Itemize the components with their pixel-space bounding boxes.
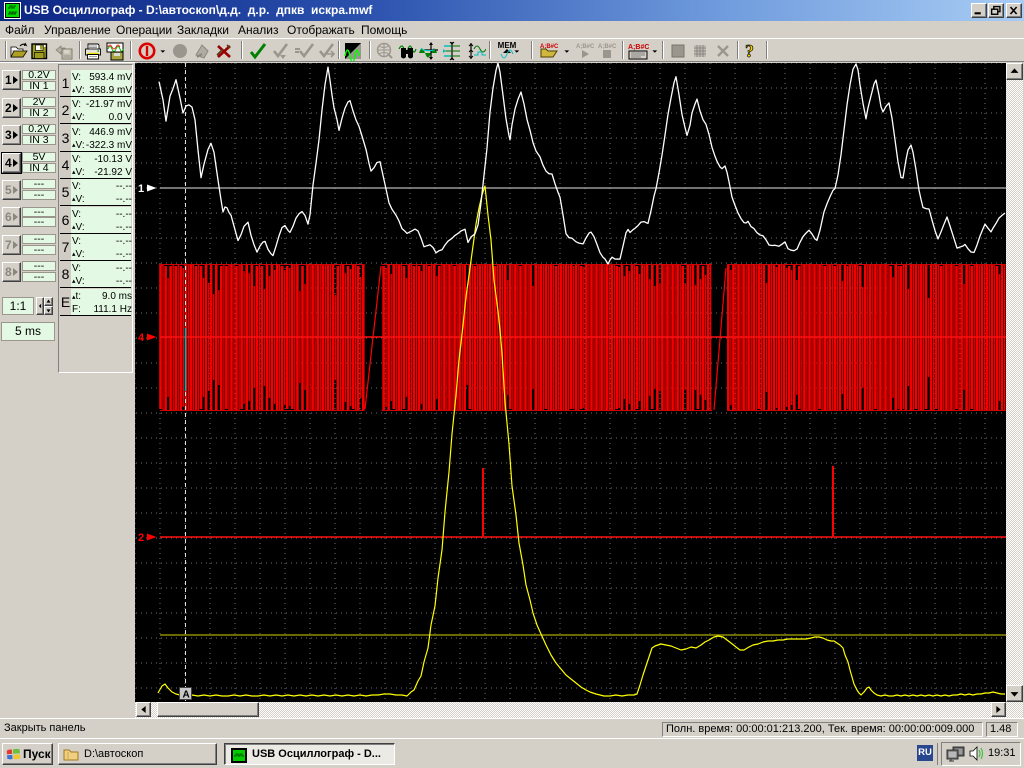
svg-text:A: A [183,690,190,701]
svg-text:A;B#C: A;B#C [628,44,649,51]
svg-text:2: 2 [138,532,144,544]
svg-text:4: 4 [138,332,145,344]
svg-text:A;B#C: A;B#C [598,44,617,50]
svg-text:?: ? [745,41,754,61]
svg-text:1: 1 [138,183,144,195]
svg-text:A;B#C: A;B#C [576,44,595,50]
